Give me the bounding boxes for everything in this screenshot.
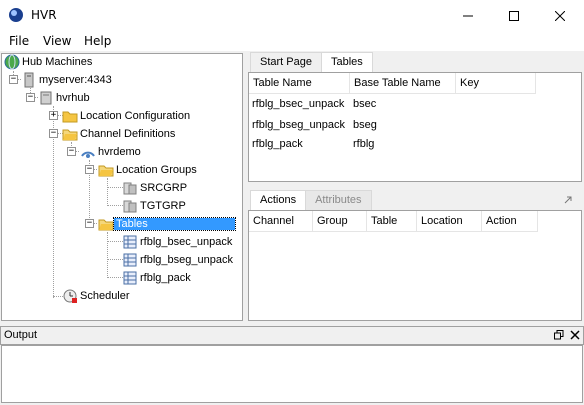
output-panel[interactable] xyxy=(1,345,583,403)
column-header-action[interactable]: Action xyxy=(482,211,538,232)
tree-node-channel[interactable]: hvrdemo xyxy=(80,144,143,160)
collapse-location-groups-toggle[interactable]: − xyxy=(85,165,94,174)
menu-bar: File View Help xyxy=(0,31,584,51)
tree-node-group-tgtgrp[interactable]: TGTGRP xyxy=(122,198,188,214)
collapse-channel-defs-toggle[interactable]: − xyxy=(49,129,58,138)
folder-open-icon xyxy=(98,162,114,178)
column-header-location[interactable]: Location xyxy=(417,211,482,232)
tab-tables[interactable]: Tables xyxy=(320,52,373,73)
folder-open-icon xyxy=(62,126,78,142)
table-row-cell[interactable]: bseg xyxy=(353,119,377,131)
column-header-channel[interactable]: Channel xyxy=(249,211,313,232)
minimize-icon xyxy=(463,15,473,16)
tree-node-table-1[interactable]: rfblg_bsec_unpack xyxy=(122,234,234,250)
folder-open-icon xyxy=(98,216,114,232)
table-row-cell[interactable]: bsec xyxy=(353,98,376,110)
tree-node-hub-machines[interactable]: Hub Machines xyxy=(4,54,94,70)
folder-icon xyxy=(62,108,78,124)
close-icon xyxy=(555,10,565,21)
tables-grid[interactable]: Table Name Base Table Name Key rfblg_bse… xyxy=(248,72,582,182)
location-group-icon xyxy=(122,180,138,196)
tree-node-location-groups[interactable]: Location Groups xyxy=(98,162,199,178)
column-header-base-table-name[interactable]: Base Table Name xyxy=(350,73,456,94)
tree-node-location-configuration[interactable]: Location Configuration xyxy=(62,108,192,124)
bottom-tab-strip: Actions Attributes xyxy=(250,190,372,211)
globe-icon xyxy=(4,54,20,70)
tree-node-table-2[interactable]: rfblg_bseg_unpack xyxy=(122,252,235,268)
table-icon xyxy=(122,234,138,250)
table-row-cell[interactable]: rfblg_bsec_unpack xyxy=(252,98,344,110)
table-row-cell[interactable]: rfblg xyxy=(353,138,374,150)
output-title: Output xyxy=(4,329,38,341)
menu-view[interactable]: View xyxy=(43,34,71,48)
hvr-app-icon xyxy=(8,7,24,23)
table-icon xyxy=(122,270,138,286)
tree-node-scheduler[interactable]: Scheduler xyxy=(62,288,132,304)
scheduler-clock-icon xyxy=(62,288,78,304)
table-icon xyxy=(122,252,138,268)
database-icon xyxy=(38,90,54,106)
collapse-hub-toggle[interactable]: − xyxy=(26,93,35,102)
collapse-server-toggle[interactable]: − xyxy=(9,75,18,84)
tree-node-channel-definitions[interactable]: Channel Definitions xyxy=(62,126,177,142)
expand-location-config-toggle[interactable]: + xyxy=(49,111,58,120)
collapse-tables-toggle[interactable]: − xyxy=(85,219,94,228)
column-header-table[interactable]: Table xyxy=(367,211,417,232)
window-title: HVR xyxy=(31,8,57,22)
table-row-cell[interactable]: rfblg_bseg_unpack xyxy=(252,119,345,131)
output-title-bar: Output xyxy=(0,326,584,345)
undock-arrow-icon[interactable] xyxy=(563,195,573,208)
server-icon xyxy=(21,72,37,88)
location-group-icon xyxy=(122,198,138,214)
channel-icon xyxy=(80,144,96,160)
menu-file[interactable]: File xyxy=(9,34,29,48)
tab-actions[interactable]: Actions xyxy=(250,190,307,211)
tree-node-group-srcgrp[interactable]: SRCGRP xyxy=(122,180,189,196)
tree-node-hub[interactable]: hvrhub xyxy=(38,90,92,106)
collapse-channel-toggle[interactable]: − xyxy=(67,147,76,156)
tree-node-tables[interactable]: Tables xyxy=(98,216,236,232)
tab-start-page[interactable]: Start Page xyxy=(250,52,322,72)
actions-grid[interactable]: Channel Group Table Location Action xyxy=(248,210,582,321)
title-bar: HVR xyxy=(0,0,584,31)
minimize-button[interactable] xyxy=(445,0,491,31)
tree-node-table-3[interactable]: rfblg_pack xyxy=(122,270,193,286)
tree-node-server[interactable]: myserver:4343 xyxy=(21,72,114,88)
maximize-button[interactable] xyxy=(491,0,537,31)
close-button[interactable] xyxy=(537,0,583,31)
tree-pane[interactable]: − − + − − − − Hub Machines myserver:4343… xyxy=(1,53,243,321)
restore-icon[interactable] xyxy=(554,330,564,343)
menu-help[interactable]: Help xyxy=(84,34,111,48)
column-header-table-name[interactable]: Table Name xyxy=(249,73,350,94)
table-row-cell[interactable]: rfblg_pack xyxy=(252,138,303,150)
tab-attributes[interactable]: Attributes xyxy=(305,190,372,210)
maximize-icon xyxy=(509,10,519,21)
close-output-icon[interactable] xyxy=(570,330,580,343)
column-header-key[interactable]: Key xyxy=(456,73,536,94)
column-header-group[interactable]: Group xyxy=(313,211,367,232)
top-tab-strip: Start Page Tables xyxy=(250,52,373,73)
